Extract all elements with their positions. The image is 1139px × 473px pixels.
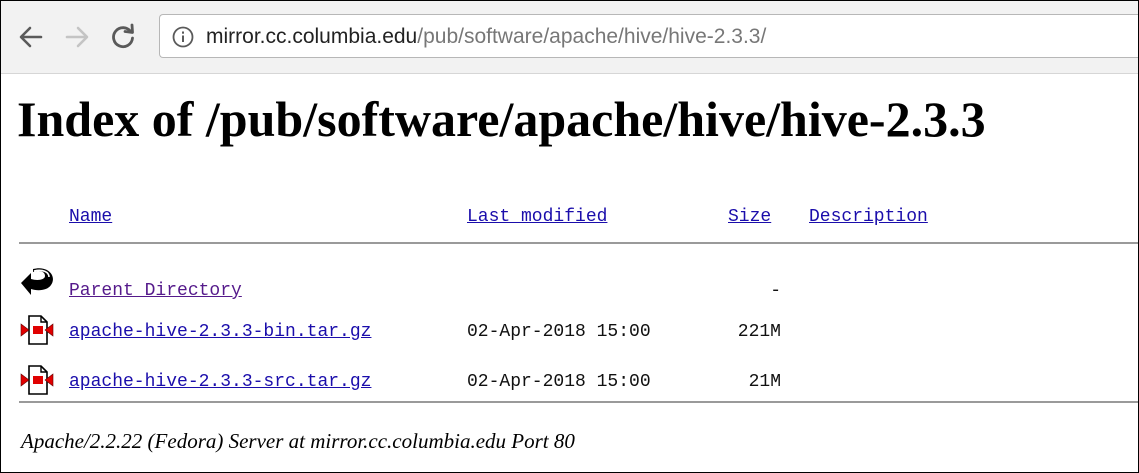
file-link[interactable]: apache-hive-2.3.3-src.tar.gz: [69, 371, 371, 393]
entry-size: 221M: [737, 322, 781, 342]
reload-button[interactable]: [109, 23, 137, 51]
entry-last-modified: 02-Apr-2018 15:00: [467, 372, 651, 392]
browser-toolbar: mirror.cc.columbia.edu/pub/software/apac…: [1, 1, 1138, 74]
entry-size: 21M: [748, 372, 781, 392]
back-button[interactable]: [17, 23, 45, 51]
table-row: apache-hive-2.3.3-bin.tar.gz 02-Apr-2018…: [1, 314, 1138, 354]
info-icon[interactable]: [172, 26, 194, 48]
compressed-file-icon: [20, 315, 54, 345]
url-path: /pub/software/apache/hive/hive-2.3.3/: [417, 25, 767, 48]
entry-last-modified: 02-Apr-2018 15:00: [467, 322, 651, 342]
column-header-last-modified[interactable]: Last modified: [467, 206, 607, 228]
entry-size: -: [770, 281, 781, 301]
url-text[interactable]: mirror.cc.columbia.edu/pub/software/apac…: [206, 24, 766, 50]
column-header-description[interactable]: Description: [809, 206, 928, 228]
address-bar[interactable]: mirror.cc.columbia.edu/pub/software/apac…: [159, 14, 1138, 58]
forward-button[interactable]: [63, 23, 91, 51]
browser-window: mirror.cc.columbia.edu/pub/software/apac…: [0, 0, 1139, 473]
reload-icon: [112, 23, 134, 49]
page-title: Index of /pub/software/apache/hive/hive-…: [17, 91, 986, 147]
file-link[interactable]: apache-hive-2.3.3-bin.tar.gz: [69, 321, 371, 343]
table-row: apache-hive-2.3.3-src.tar.gz 02-Apr-2018…: [1, 364, 1138, 404]
forward-arrow-icon: [65, 26, 89, 48]
url-host: mirror.cc.columbia.edu: [206, 25, 418, 48]
server-signature: Apache/2.2.22 (Fedora) Server at mirror.…: [21, 429, 575, 453]
parent-directory-link[interactable]: Parent Directory: [69, 280, 242, 302]
back-arrow-icon: [19, 26, 43, 48]
table-divider-bottom: [19, 401, 1138, 403]
compressed-file-icon: [20, 365, 54, 395]
parent-directory-icon: [21, 268, 53, 295]
table-divider-top: [19, 242, 1138, 244]
table-row: Parent Directory -: [1, 263, 1138, 303]
column-header-size[interactable]: Size: [728, 206, 771, 228]
column-header-name[interactable]: Name: [69, 206, 112, 228]
